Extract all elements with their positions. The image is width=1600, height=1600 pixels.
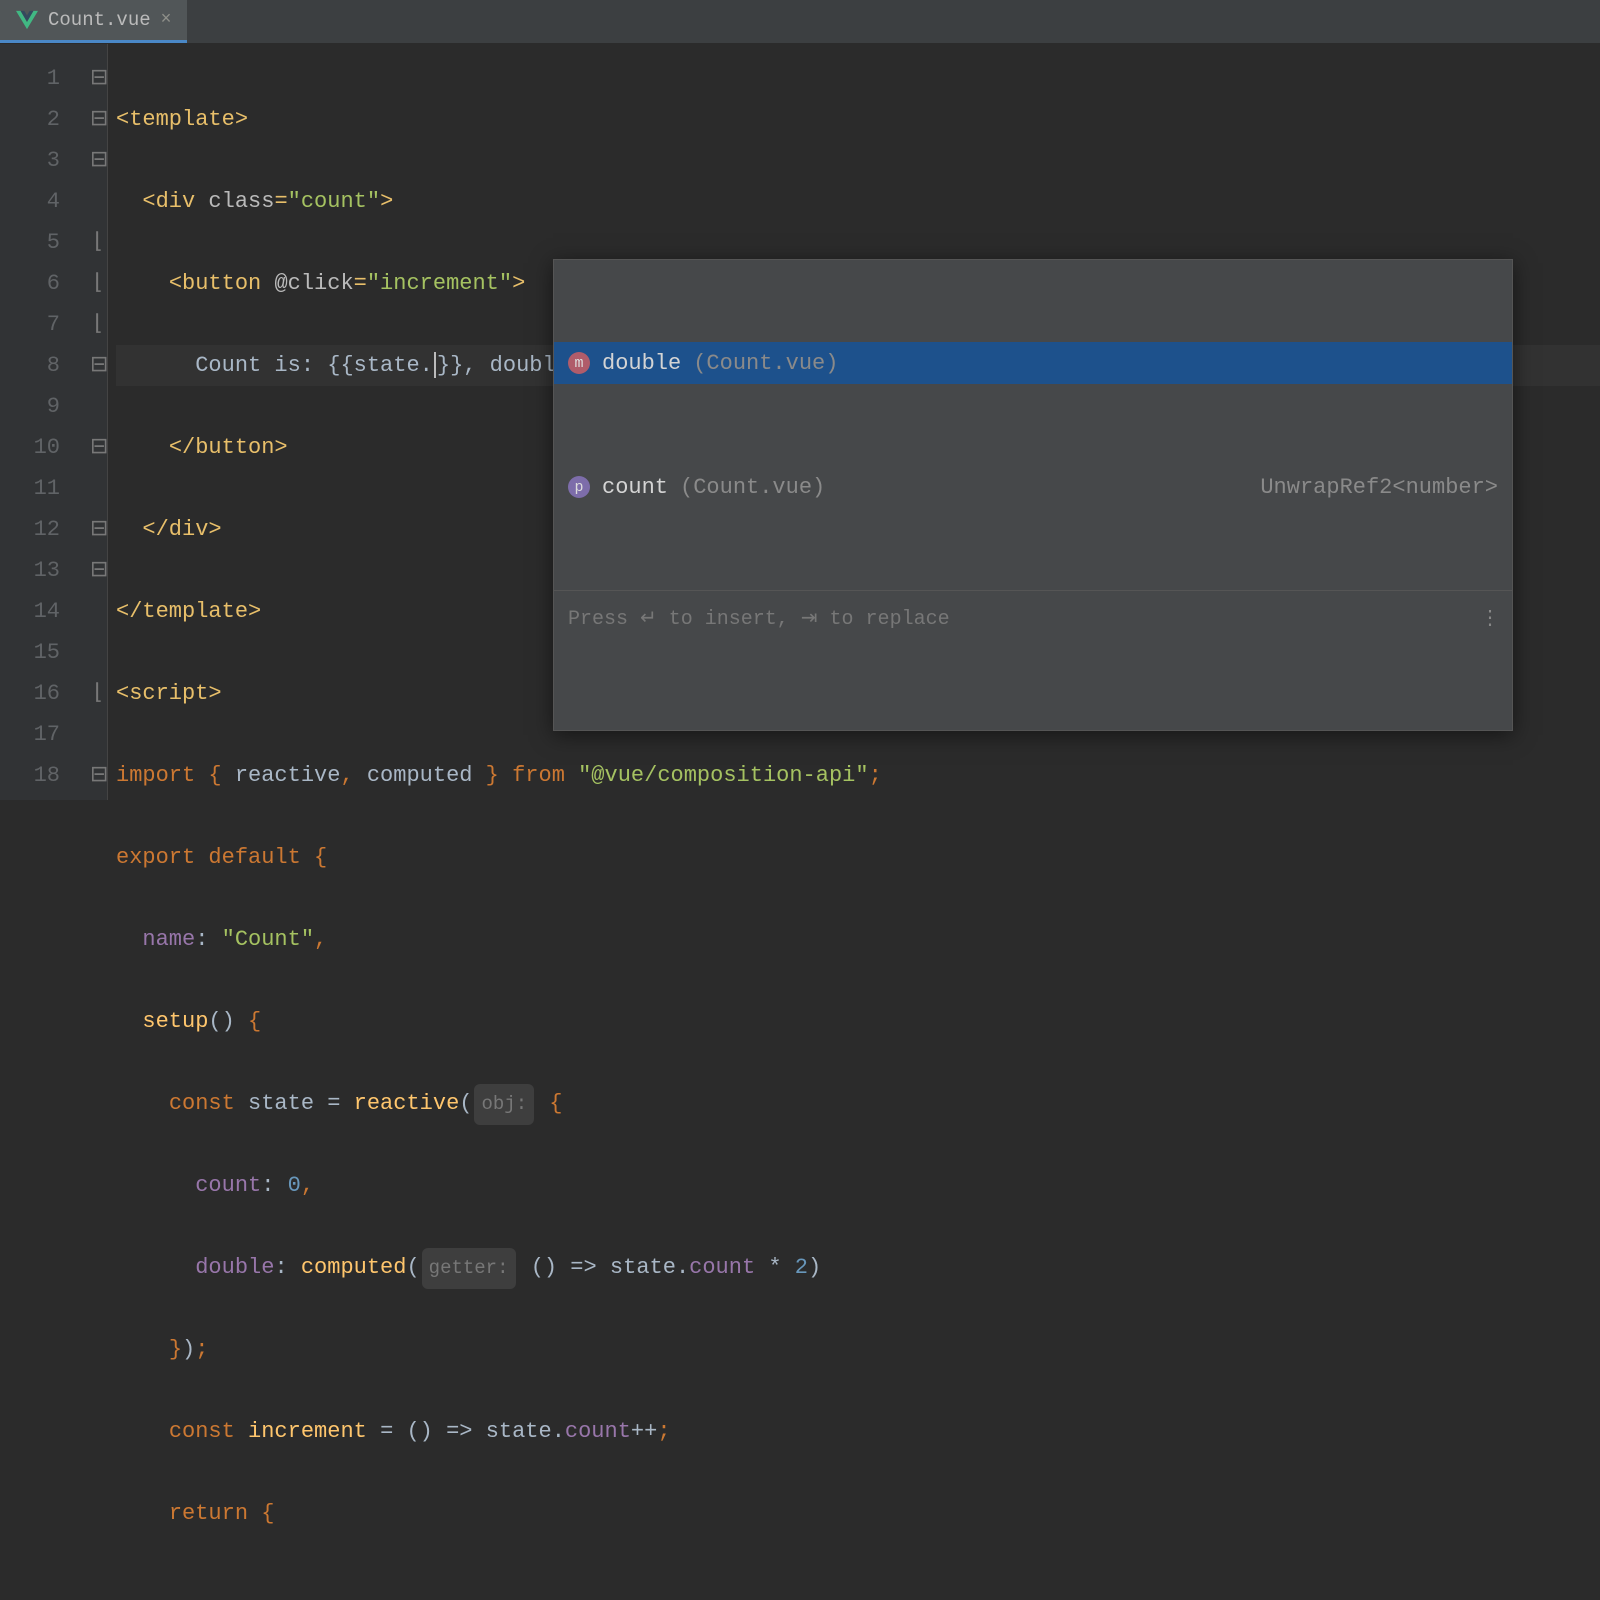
completion-hint: Press ↵ to insert, ⇥ to replace (568, 599, 950, 640)
tab-filename: Count.vue (48, 9, 151, 31)
code-area[interactable]: <template> <div class="count"> <button @… (108, 44, 1600, 800)
code-line: count: 0, (116, 1165, 1600, 1206)
fold-icon[interactable]: ⊟ (90, 427, 107, 468)
code-editor[interactable]: 1 2 3 4 5 6 7 8 9 10 11 12 13 14 15 16 1… (0, 44, 1600, 800)
code-line: }); (116, 1329, 1600, 1370)
fold-end-icon: ⌊ (90, 304, 107, 345)
text-caret (434, 352, 436, 378)
close-icon[interactable]: × (161, 10, 172, 30)
completion-label: count (602, 467, 668, 508)
more-icon[interactable]: ⋮ (1480, 599, 1498, 640)
code-line: const state = reactive(obj: { (116, 1083, 1600, 1124)
line-number-gutter: 1 2 3 4 5 6 7 8 9 10 11 12 13 14 15 16 1… (0, 44, 90, 800)
fold-end-icon: ⌊ (90, 673, 107, 714)
code-line: const increment = () => state.count++; (116, 1411, 1600, 1452)
fold-icon[interactable]: ⊟ (90, 140, 107, 181)
property-badge-icon: p (568, 476, 590, 498)
completion-type: UnwrapRef2<number> (1260, 467, 1498, 508)
completion-popup: m double (Count.vue) p count (Count.vue)… (553, 259, 1513, 731)
fold-icon[interactable]: ⊟ (90, 755, 107, 796)
fold-gutter: ⊟ ⊟ ⊟ ⌊ ⌊ ⌊ ⊟ ⊟ ⊟ ⊟ ⌊ ⊟ (90, 44, 108, 800)
code-line: double: computed(getter: () => state.cou… (116, 1247, 1600, 1288)
completion-source: (Count.vue) (680, 467, 825, 508)
tab-active[interactable]: Count.vue × (0, 0, 187, 43)
fold-icon[interactable]: ⊟ (90, 99, 107, 140)
completion-source: (Count.vue) (693, 343, 838, 384)
code-line: return { (116, 1493, 1600, 1534)
inlay-hint: obj: (474, 1084, 534, 1125)
completion-item[interactable]: p count (Count.vue) UnwrapRef2<number> (554, 466, 1512, 508)
method-badge-icon: m (568, 352, 590, 374)
inlay-hint: getter: (422, 1248, 516, 1289)
code-line: name: "Count", (116, 919, 1600, 960)
fold-icon[interactable]: ⊟ (90, 509, 107, 550)
code-line: <div class="count"> (116, 181, 1600, 222)
fold-icon[interactable]: ⊟ (90, 550, 107, 591)
code-line: import { reactive, computed } from "@vue… (116, 755, 1600, 796)
fold-end-icon: ⌊ (90, 222, 107, 263)
completion-item-selected[interactable]: m double (Count.vue) (554, 342, 1512, 384)
fold-icon[interactable]: ⊟ (90, 345, 107, 386)
code-line: export default { (116, 837, 1600, 878)
completion-footer: Press ↵ to insert, ⇥ to replace ⋮ (554, 590, 1512, 648)
fold-icon[interactable]: ⊟ (90, 58, 107, 99)
fold-end-icon: ⌊ (90, 263, 107, 304)
code-line: setup() { (116, 1001, 1600, 1042)
vue-icon (16, 10, 38, 30)
tab-bar: Count.vue × (0, 0, 1600, 44)
code-line: <template> (116, 99, 1600, 140)
completion-label: double (602, 343, 681, 384)
